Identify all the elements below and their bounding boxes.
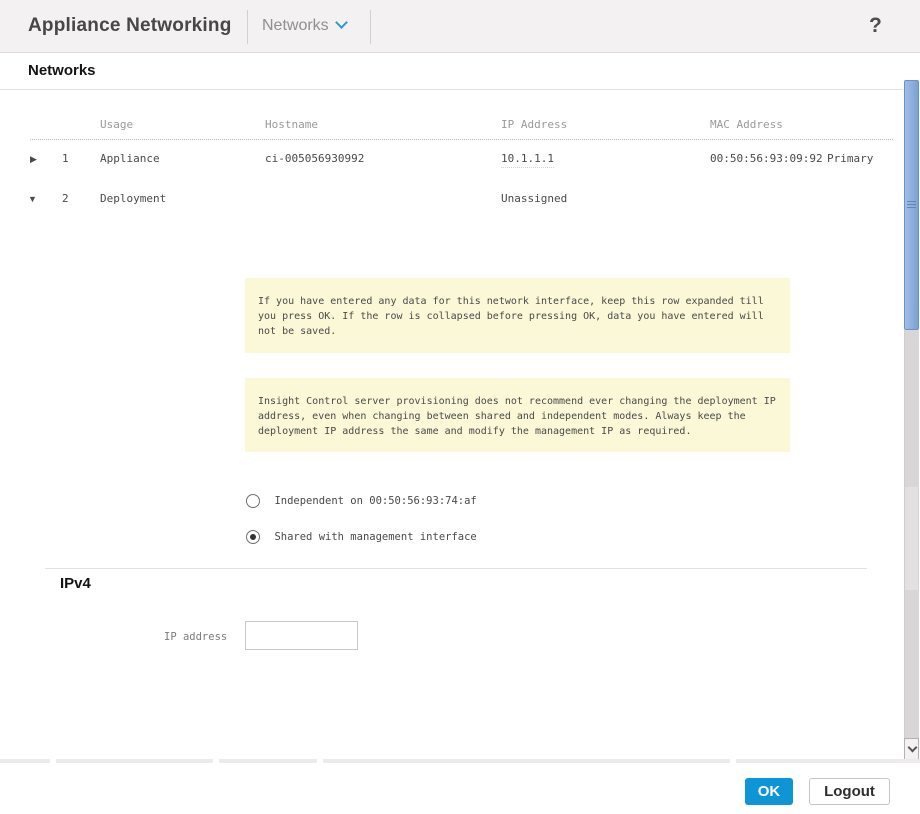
ip-address-label: IP address: [164, 631, 227, 643]
row-ip: Unassigned: [501, 192, 567, 205]
chevron-down-icon: [908, 743, 918, 753]
table-row-deployment[interactable]: ▼ 2 Deployment Unassigned: [0, 192, 903, 210]
ip-address-input[interactable]: [245, 621, 358, 650]
column-header-ip: IP Address: [501, 118, 567, 131]
row-ip: 10.1.1.1: [501, 152, 554, 168]
row-usage: Deployment: [100, 192, 166, 205]
networks-menu-button[interactable]: Networks: [262, 17, 346, 35]
row-mac: 00:50:56:93:09:92: [710, 152, 823, 165]
ipv4-divider: [45, 568, 867, 569]
ipv4-heading: IPv4: [60, 575, 91, 592]
note-line: not be saved.: [258, 324, 780, 339]
note-line: you press OK. If the row is collapsed be…: [258, 309, 780, 324]
note-line: If you have entered any data for this ne…: [258, 294, 780, 309]
scrollbar-thumb[interactable]: [904, 80, 919, 330]
note-line: address, even when changing between shar…: [258, 409, 780, 424]
note-line: Insight Control server provisioning does…: [258, 394, 780, 409]
page-title: Appliance Networking: [28, 15, 232, 37]
scrollbar-inner-thumb: [905, 487, 918, 590]
section-divider: [0, 89, 903, 90]
row-number: 1: [62, 152, 69, 165]
radio-independent[interactable]: Independent on 00:50:56:93:74:af: [246, 492, 477, 510]
collapse-arrow-icon[interactable]: ▼: [28, 194, 37, 204]
column-header-mac: MAC Address: [710, 118, 783, 131]
row-number: 2: [62, 192, 69, 205]
app-header: Appliance Networking Networks ?: [0, 0, 920, 53]
header-divider: [247, 10, 248, 44]
row-hostname: ci-005056930992: [265, 152, 364, 165]
radio-shared-label: Shared with management interface: [274, 531, 476, 543]
section-title-networks: Networks: [28, 62, 96, 79]
radio-button-icon[interactable]: [246, 494, 260, 508]
appliance-networking-window: Appliance Networking Networks ? Networks…: [0, 0, 920, 814]
column-header-hostname: Hostname: [265, 118, 318, 131]
radio-shared[interactable]: Shared with management interface: [246, 528, 477, 546]
note-box-deployment-ip: Insight Control server provisioning does…: [245, 378, 790, 452]
ok-button[interactable]: OK: [745, 778, 793, 805]
logout-button[interactable]: Logout: [809, 778, 890, 805]
row-usage: Appliance: [100, 152, 160, 165]
networks-menu-label: Networks: [262, 17, 329, 34]
primary-badge: Primary: [827, 152, 873, 165]
header-divider: [370, 10, 371, 44]
table-row-appliance[interactable]: ▶ 1 Appliance ci-005056930992 10.1.1.1 0…: [0, 152, 903, 170]
expand-arrow-icon[interactable]: ▶: [30, 154, 37, 165]
scrollbar-down-button[interactable]: [904, 738, 919, 760]
chevron-down-icon: [335, 16, 348, 29]
grip-icon: [907, 201, 916, 209]
radio-button-selected-icon[interactable]: [246, 530, 260, 544]
help-icon[interactable]: ?: [869, 14, 882, 38]
radio-independent-label: Independent on 00:50:56:93:74:af: [274, 495, 476, 507]
column-header-usage: Usage: [100, 118, 133, 131]
bottom-divider-bar: [0, 759, 920, 763]
note-line: deployment IP address the same and modif…: [258, 424, 780, 439]
table-header-separator: [30, 139, 893, 140]
note-box-expanded-row: If you have entered any data for this ne…: [245, 278, 790, 353]
